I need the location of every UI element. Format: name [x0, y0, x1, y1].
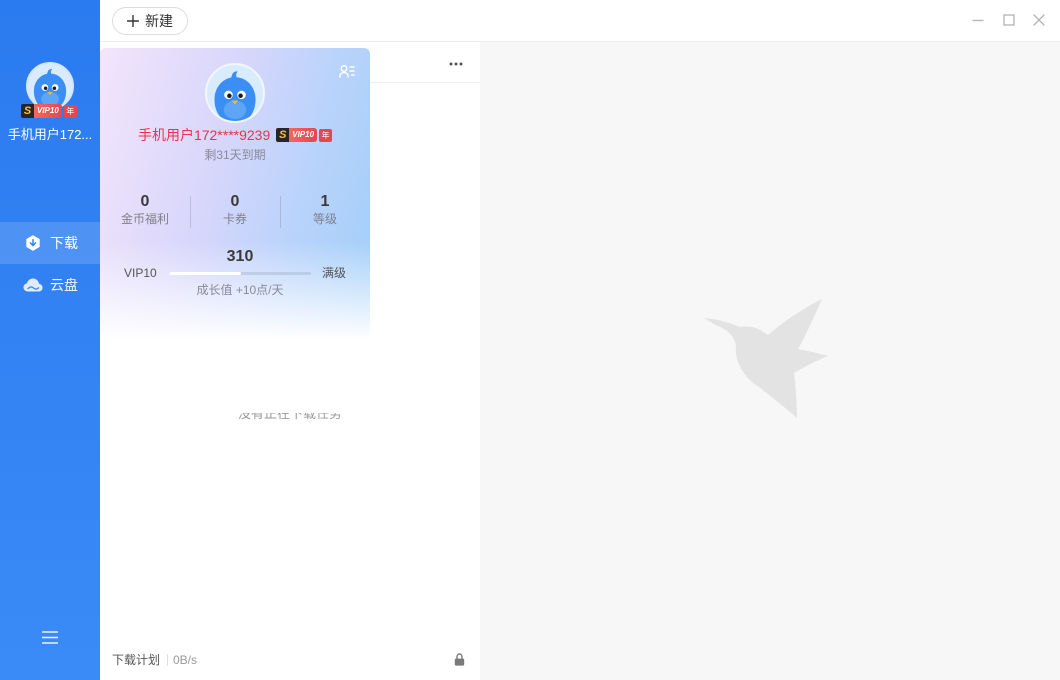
current-level-label: VIP10 — [124, 266, 157, 280]
minimize-icon[interactable] — [972, 14, 984, 26]
user-avatar[interactable] — [205, 63, 265, 123]
card-username[interactable]: 手机用户172****9239 — [138, 127, 270, 143]
cloud-icon — [23, 277, 43, 293]
maximize-icon[interactable] — [1003, 14, 1015, 26]
stat-label: 金币福利 — [120, 212, 169, 226]
stat-label: 卡券 — [222, 212, 247, 226]
vip-badge[interactable]: S VIP10 年 — [276, 128, 333, 142]
empty-state-text: 没有正在下载任务 — [237, 413, 342, 421]
plus-icon — [127, 15, 139, 27]
sidebar-username[interactable]: 手机用户172... — [0, 127, 100, 143]
growth-points: 310 — [226, 248, 254, 265]
vip-year-tag: 年 — [319, 128, 333, 142]
stat-level[interactable]: 1 等级 — [280, 193, 370, 226]
download-plan-link[interactable]: 下载计划 — [112, 653, 160, 667]
top-bar: 新建 — [100, 0, 1060, 42]
username-row: 手机用户172****9239 S VIP10 年 — [100, 127, 370, 143]
vip-expiry: 剩31天到期 — [204, 148, 266, 162]
lock-icon[interactable] — [454, 653, 465, 666]
growth-progress-bar — [169, 272, 311, 275]
stat-value: 1 — [320, 193, 330, 210]
new-task-label: 新建 — [145, 13, 173, 29]
vip-level: VIP10 — [289, 128, 318, 142]
sidebar-vip-badge[interactable]: S VIP10 年 — [21, 101, 77, 119]
vip-level: VIP10 — [34, 104, 62, 118]
stat-coupons[interactable]: 0 卡券 — [190, 193, 280, 226]
contact-card-icon[interactable] — [339, 64, 355, 78]
bird-avatar-icon — [207, 65, 263, 121]
download-speed: 0B/s — [173, 653, 198, 667]
app-window: S VIP10 年 手机用户172... 下载 云盘 新建 没有正在下载任务 下… — [0, 0, 1060, 680]
sidebar-item-cloud[interactable]: 云盘 — [0, 264, 100, 306]
vip-year-tag: 年 — [63, 104, 77, 118]
vip-s-mark: S — [21, 104, 34, 118]
vip-s-mark: S — [276, 128, 290, 142]
menu-icon[interactable] — [41, 631, 59, 644]
footer-divider — [167, 654, 168, 666]
download-icon — [23, 235, 43, 251]
next-level-label: 满级 — [322, 266, 347, 280]
vip-badge: S VIP10 年 — [21, 104, 77, 118]
stat-label: 等级 — [312, 212, 337, 226]
sidebar-item-label: 云盘 — [50, 277, 78, 293]
more-icon[interactable] — [448, 56, 464, 66]
stat-value: 0 — [230, 193, 240, 210]
stat-value: 0 — [140, 193, 150, 210]
empty-state: 没有正在下载任务 — [100, 413, 480, 425]
sidebar: S VIP10 年 手机用户172... 下载 云盘 — [0, 0, 100, 680]
close-icon[interactable] — [1033, 14, 1045, 26]
growth-rate: 成长值 +10点/天 — [196, 283, 284, 297]
growth-progress-fill — [169, 272, 242, 275]
user-info-card: 手机用户172****9239 S VIP10 年 剩31天到期 0 金币福利 … — [100, 48, 370, 340]
sidebar-item-download[interactable]: 下载 — [0, 222, 100, 264]
sidebar-item-label: 下载 — [50, 235, 78, 251]
content-area — [480, 42, 1060, 680]
stat-coins[interactable]: 0 金币福利 — [100, 193, 190, 226]
hummingbird-logo-icon — [704, 299, 828, 418]
new-task-button[interactable]: 新建 — [112, 7, 188, 35]
